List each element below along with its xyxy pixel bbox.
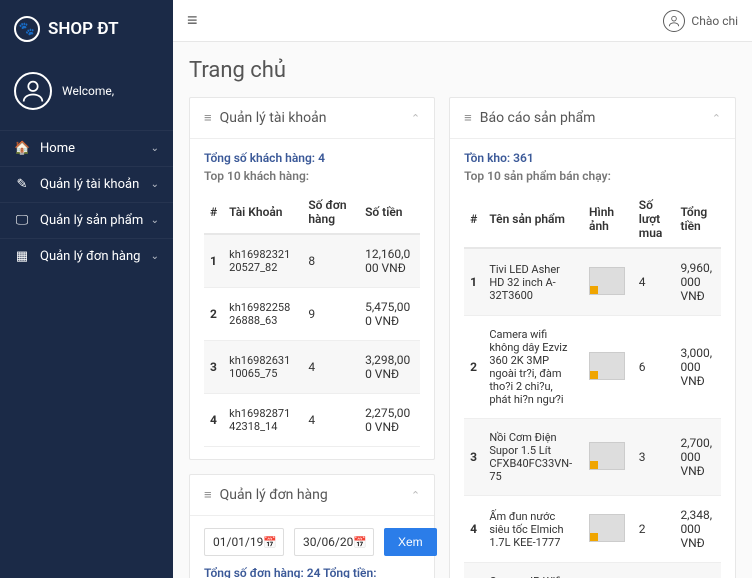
products-table: # Tên sản phẩm Hình ảnh Số lượt mua Tổng… [464,191,721,578]
date-from-input[interactable]: 01/01/19📅 [204,528,284,556]
products-subtitle: Top 10 sản phẩm bán chạy: [464,169,721,183]
user-avatar-icon [14,72,52,110]
orders-panel-title: Quản lý đơn hàng [220,487,411,503]
accounts-subtitle: Top 10 khách hàng: [204,169,420,183]
table-row: 4Ấm đun nước siêu tốc Elmich 1.7L KEE-17… [464,496,721,563]
greeting-text: Chào chi [691,14,738,28]
nav-item-1[interactable]: ✎ Quản lý tài khoản⌄ [0,166,173,202]
nav-label: Quản lý đơn hàng [40,249,151,264]
table-row: 2kh1698225826888_6395,475,000 VNĐ [204,288,420,341]
nav-item-0[interactable]: 🏠 Home⌄ [0,130,173,166]
orders-summary: Tổng số đơn hàng: 24 Tổng tiền: 22,733,0… [204,566,420,578]
accounts-total: Tổng số khách hàng: 4 [204,151,420,165]
date-to-input[interactable]: 30/06/20📅 [294,528,374,556]
accounts-table: # Tài Khoản Số đơn hàng Số tiền 1kh16982… [204,191,420,447]
table-row: 3kh1698263110065_7543,298,000 VNĐ [204,341,420,394]
calendar-icon: 📅 [353,536,367,549]
monitor-icon: 🖵 [14,213,30,228]
nav-label: Quản lý sản phẩm [40,213,151,228]
brand-text: SHOP ĐT [48,19,119,39]
product-thumb [589,514,625,542]
orders-panel-header[interactable]: ≡ Quản lý đơn hàng ⌃ [190,475,434,516]
bars-icon: ≡ [204,110,212,126]
table-row: 3Nồi Cơm Điện Supor 1.5 Lít CFXB40FC33VN… [464,419,721,496]
nav-label: Home [40,141,151,156]
table-row: 2Camera wifi không dây Ezviz 360 2K 3MP … [464,316,721,419]
product-thumb [589,442,625,470]
products-panel: ≡ Báo cáo sản phẩm ⌃ Tồn kho: 361 Top 10… [449,97,736,578]
nav-item-3[interactable]: ▦ Quản lý đơn hàng⌄ [0,238,173,274]
table-row: 1Tivi LED Asher HD 32 inch A-32T360049,9… [464,248,721,316]
product-thumb [589,267,625,295]
orders-panel: ≡ Quản lý đơn hàng ⌃ 01/01/19📅 30/06/20📅 [189,474,435,578]
nav-label: Quản lý tài khoản [40,177,151,192]
stock-total: Tồn kho: 361 [464,151,721,165]
calendar-icon: 📅 [263,536,277,549]
accounts-panel-title: Quản lý tài khoản [220,110,411,126]
chevron-down-icon: ⌄ [151,251,159,262]
user-icon [663,10,685,32]
chevron-down-icon: ⌄ [151,215,159,226]
products-panel-title: Báo cáo sản phẩm [480,110,712,126]
product-thumb [589,352,625,380]
chevron-down-icon: ⌄ [151,143,159,154]
edit-icon: ✎ [14,177,30,192]
table-row: 5Camera IP Wifi Imou 4.0Mpx IPC-S42FP - … [464,563,721,578]
chevron-down-icon: ⌄ [151,179,159,190]
products-panel-header[interactable]: ≡ Báo cáo sản phẩm ⌃ [450,98,735,139]
user-menu[interactable]: Chào chi [663,10,738,32]
table-row: 1kh1698232120527_82812,160,000 VNĐ [204,234,420,288]
home-icon: 🏠 [14,141,30,156]
chevron-up-icon: ⌃ [411,112,420,125]
hamburger-icon[interactable]: ≡ [187,10,198,31]
accounts-panel-header[interactable]: ≡ Quản lý tài khoản ⌃ [190,98,434,139]
table-row: 4kh1698287142318_1442,275,000 VNĐ [204,394,420,447]
paw-icon: 🐾 [14,16,40,42]
grid-icon: ▦ [14,249,30,264]
welcome-block: Welcome, [0,58,173,130]
chevron-up-icon: ⌃ [411,489,420,502]
page-title: Trang chủ [189,58,736,83]
accounts-panel: ≡ Quản lý tài khoản ⌃ Tổng số khách hàng… [189,97,435,460]
brand: 🐾 SHOP ĐT [0,0,173,58]
view-button[interactable]: Xem [384,528,437,556]
topbar: ≡ Chào chi [173,0,752,42]
welcome-text: Welcome, [62,84,114,98]
bars-icon: ≡ [204,487,212,503]
nav-item-2[interactable]: 🖵 Quản lý sản phẩm⌄ [0,202,173,238]
bars-icon: ≡ [464,110,472,126]
sidebar: 🐾 SHOP ĐT Welcome, 🏠Home⌄✎Quản lý tài kh… [0,0,173,578]
chevron-up-icon: ⌃ [712,112,721,125]
